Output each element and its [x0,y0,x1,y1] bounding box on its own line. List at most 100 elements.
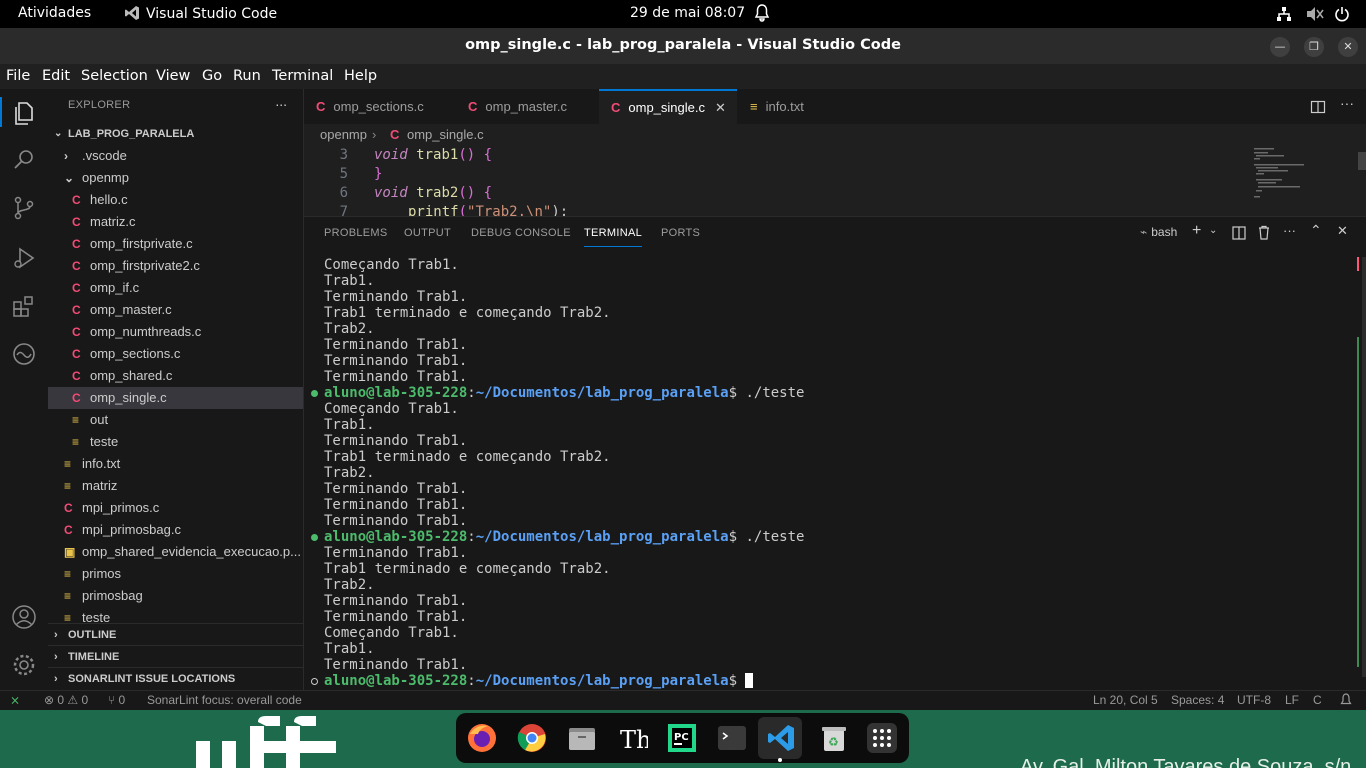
remote-indicator-icon[interactable]: ⨯ [10,693,20,707]
source-control-icon[interactable] [10,194,38,222]
tab-terminal[interactable]: TERMINAL [584,227,643,247]
close-panel-icon[interactable]: ✕ [1337,223,1348,239]
clock[interactable]: 29 de mai 08:07 [630,5,745,21]
outline-section[interactable]: › OUTLINE [48,623,303,645]
sonarlint-icon[interactable] [10,340,38,368]
terminal-scrollbar[interactable] [1362,257,1366,677]
cursor-position[interactable]: Ln 20, Col 5 [1093,693,1158,707]
maximize-panel-icon[interactable]: ⌃ [1310,222,1322,239]
settings-gear-icon[interactable] [10,651,38,679]
tab-ports[interactable]: PORTS [661,227,700,239]
trash-bin-icon[interactable]: ♻ [818,722,850,754]
extensions-icon[interactable] [10,292,38,320]
files-icon[interactable] [566,722,598,754]
language-mode[interactable]: C [1313,693,1322,707]
tab-info-txt[interactable]: ≡ info.txt [738,89,848,124]
file-item[interactable]: ≡ matriz [48,475,303,497]
indentation[interactable]: Spaces: 4 [1171,693,1224,707]
file-item[interactable]: ≡ primos [48,563,303,585]
close-window-icon[interactable]: ✕ [1338,37,1358,57]
menu-edit[interactable]: Edit [42,68,70,84]
focused-app-menu[interactable]: Visual Studio Code [124,5,277,22]
file-item[interactable]: Comp_single.c [48,387,303,409]
notification-bell-icon[interactable] [754,4,770,26]
volume-muted-icon[interactable] [1306,6,1324,26]
maximize-icon[interactable]: ❐ [1304,37,1324,57]
sonarlint-section[interactable]: › SONARLINT ISSUE LOCATIONS [48,667,303,689]
file-item[interactable]: Comp_sections.c [48,343,303,365]
notifications-bell-icon[interactable] [1340,693,1352,710]
file-item[interactable]: ≡ teste [48,431,303,453]
folder-item[interactable]: ⌄ openmp [48,167,303,189]
file-item[interactable]: Comp_firstprivate.c [48,233,303,255]
chrome-icon[interactable] [516,722,548,754]
tab-omp-master[interactable]: Comp_master.c [456,89,598,124]
accounts-icon[interactable] [10,603,38,631]
power-icon[interactable] [1334,6,1350,26]
fonts-app-icon[interactable]: Th [616,722,648,754]
file-item[interactable]: ▣ omp_shared_evidencia_execucao.p... [48,541,303,563]
breadcrumb-folder[interactable]: openmp [320,124,367,146]
activities-button[interactable]: Atividades [18,5,91,21]
workspace-root[interactable]: ⌄ LAB_PROG_PARALELA [48,123,303,145]
pycharm-icon[interactable]: PC [666,722,698,754]
explorer-icon[interactable] [10,99,38,127]
menu-view[interactable]: View [156,68,190,84]
search-icon[interactable] [10,146,38,174]
minimize-icon[interactable]: — [1270,37,1290,57]
app-grid-icon[interactable] [866,722,898,754]
split-terminal-icon[interactable] [1232,226,1246,240]
tab-omp-single[interactable]: Comp_single.c ✕ [599,89,737,124]
menu-terminal[interactable]: Terminal [272,68,333,84]
more-actions-icon[interactable]: ··· [1283,223,1296,238]
menu-help[interactable]: Help [344,68,377,84]
problems-count[interactable]: ⊗ 0 ⚠ 0 [44,693,88,707]
vscode-icon[interactable] [765,722,797,754]
tab-output[interactable]: OUTPUT [404,227,451,239]
tab-debug-console[interactable]: DEBUG CONSOLE [471,227,571,239]
firefox-icon[interactable] [466,722,498,754]
menu-go[interactable]: Go [202,68,222,84]
run-debug-icon[interactable] [10,244,38,272]
menu-run[interactable]: Run [233,68,261,84]
file-item[interactable]: Comp_shared.c [48,365,303,387]
menu-selection[interactable]: Selection [81,68,148,84]
ports-count[interactable]: ⑂ 0 [108,693,125,707]
file-item[interactable]: ≡ out [48,409,303,431]
sonarlint-focus[interactable]: SonarLint focus: overall code [147,693,302,707]
command-success-icon[interactable] [311,390,318,397]
breadcrumb-file[interactable]: omp_single.c [407,124,484,146]
chevron-down-icon[interactable]: ⌄ [1209,225,1217,236]
encoding[interactable]: UTF-8 [1237,693,1271,707]
file-item[interactable]: Comp_firstprivate2.c [48,255,303,277]
split-editor-icon[interactable] [1310,99,1326,115]
menu-file[interactable]: File [6,68,30,84]
file-item[interactable]: Cmpi_primos.c [48,497,303,519]
terminal-app-icon[interactable] [716,722,748,754]
code-editor[interactable]: 3 void trab1() { 5} 6 void trab2() { 7 prin… [304,146,1366,216]
file-item[interactable]: Comp_if.c [48,277,303,299]
new-terminal-icon[interactable]: + [1192,222,1201,240]
file-item[interactable]: ≡ info.txt [48,453,303,475]
file-item[interactable]: Chello.c [48,189,303,211]
tab-omp-sections[interactable]: Comp_sections.c [304,89,454,124]
file-item[interactable]: Comp_numthreads.c [48,321,303,343]
file-item[interactable]: Comp_master.c [48,299,303,321]
command-success-icon[interactable] [311,534,318,541]
terminal-profile-bash[interactable]: ⌁ bash [1140,225,1177,239]
more-actions-icon[interactable]: ··· [1340,95,1354,111]
tab-problems[interactable]: PROBLEMS [324,227,388,239]
line-endings[interactable]: LF [1285,693,1299,707]
explorer-more-actions[interactable]: ... [275,93,287,109]
timeline-section[interactable]: › TIMELINE [48,645,303,667]
trash-icon[interactable] [1257,225,1271,240]
file-item[interactable]: Cmpi_primosbag.c [48,519,303,541]
minimap[interactable] [1246,146,1366,216]
network-icon[interactable] [1276,6,1292,26]
close-tab-icon[interactable]: ✕ [715,100,726,115]
folder-item[interactable]: › .vscode [48,145,303,167]
file-item[interactable]: Cmatriz.c [48,211,303,233]
window-title-bar[interactable]: omp_single.c - lab_prog_paralela - Visua… [0,28,1366,64]
file-item[interactable]: ≡ primosbag [48,585,303,607]
command-pending-icon[interactable] [311,678,318,685]
